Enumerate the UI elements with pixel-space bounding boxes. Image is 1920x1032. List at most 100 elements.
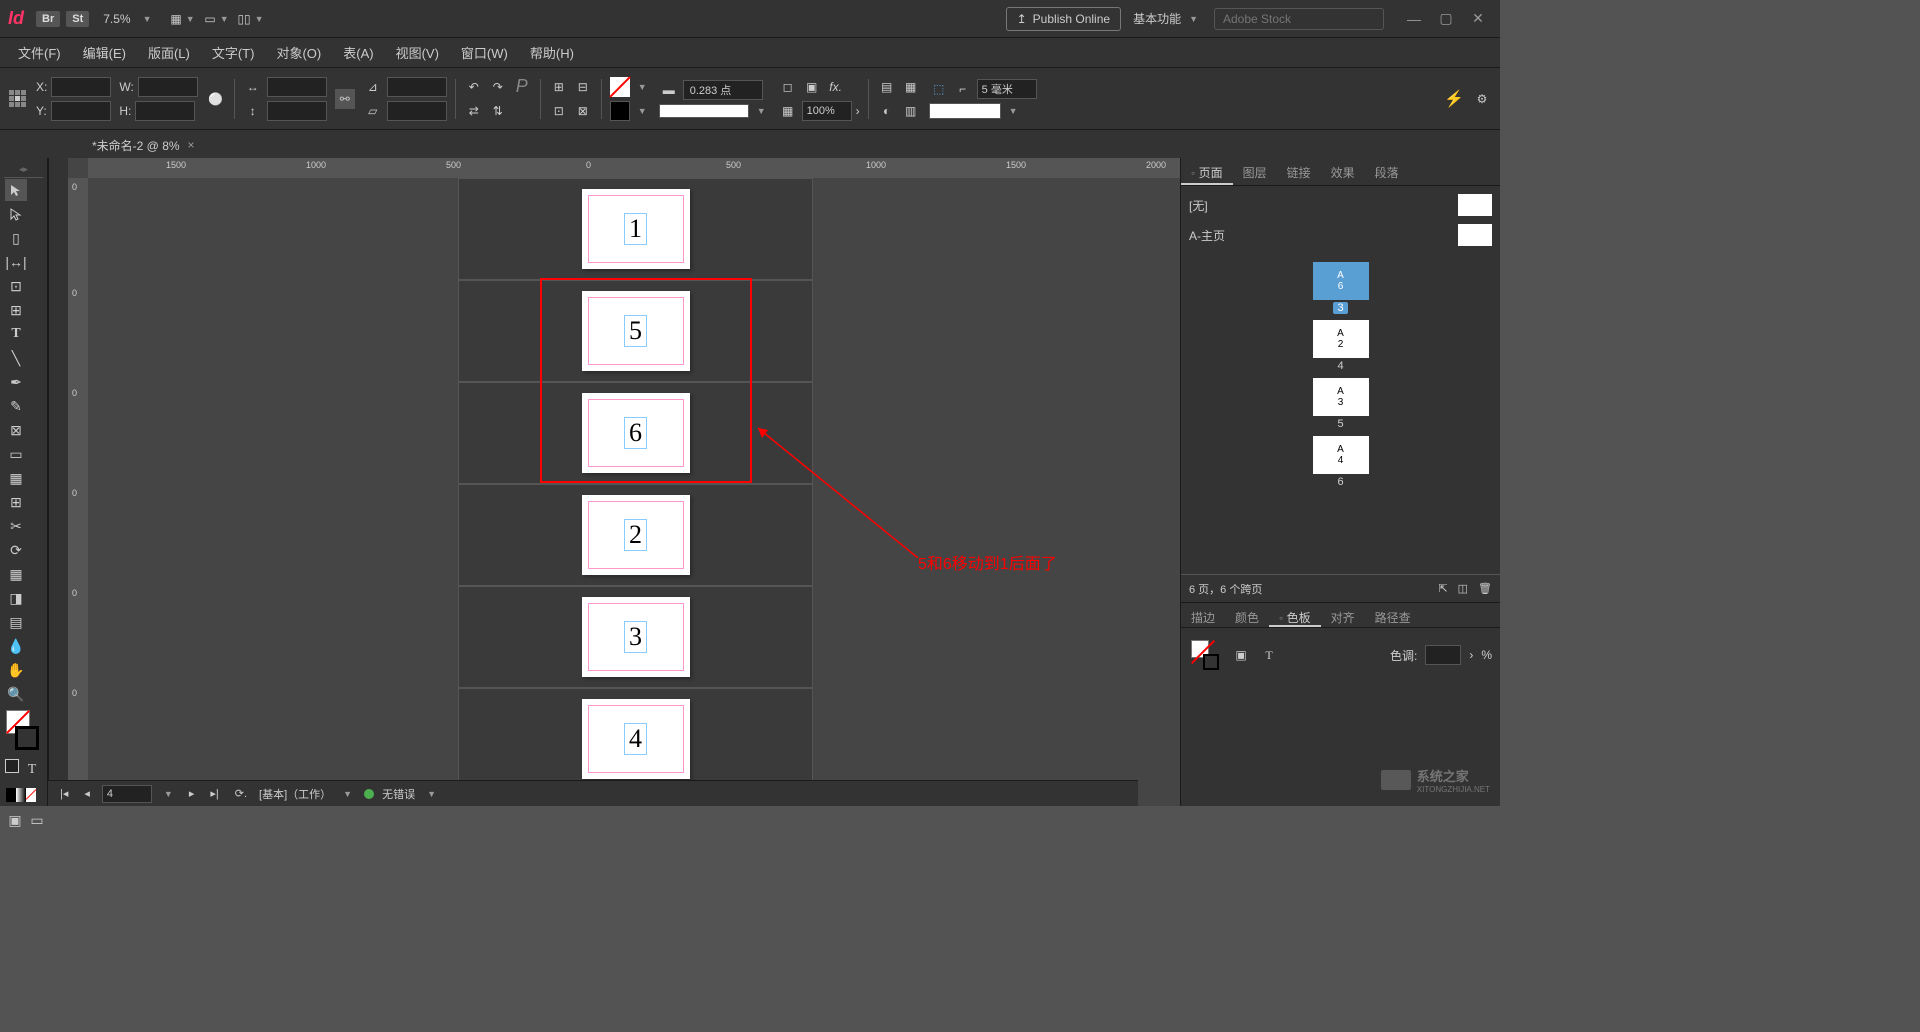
zoom-tool[interactable]: 🔍 — [5, 683, 27, 705]
stroke-weight-input[interactable] — [683, 80, 763, 100]
rotate-input[interactable] — [387, 77, 447, 97]
minimize-button[interactable]: — — [1400, 9, 1428, 29]
x-input[interactable] — [51, 77, 111, 97]
menu-window[interactable]: 窗口(W) — [451, 39, 518, 66]
view-options-icon[interactable]: ▦▼ — [176, 10, 194, 28]
free-transform-tool[interactable]: ⟳ — [5, 539, 27, 561]
menu-file[interactable]: 文件(F) — [8, 39, 71, 66]
tint-input[interactable] — [1425, 645, 1461, 665]
page-number-input[interactable] — [102, 785, 152, 803]
corner-size-input[interactable] — [977, 79, 1037, 99]
fx-label-icon[interactable]: fx. — [826, 77, 846, 97]
menu-type[interactable]: 文字(T) — [202, 39, 265, 66]
content-placer-tool[interactable]: ⊞ — [5, 299, 27, 321]
delete-page-icon[interactable]: 🗑 — [1478, 582, 1492, 595]
type-tool[interactable]: T — [5, 323, 27, 345]
rectangle-tool[interactable]: ▭ — [5, 443, 27, 465]
rectangle-frame-tool[interactable]: ⊠ — [5, 419, 27, 441]
tab-links[interactable]: 链接 — [1277, 158, 1321, 185]
settings-gear-icon[interactable]: ⚙ — [1472, 89, 1492, 109]
bridge-badge[interactable]: Br — [36, 11, 60, 27]
stock-search-input[interactable] — [1214, 8, 1384, 30]
stroke-swatch-icon[interactable] — [610, 101, 630, 121]
chevron-down-icon[interactable]: ▼ — [638, 106, 647, 116]
menu-table[interactable]: 表(A) — [333, 39, 383, 66]
hand-tool[interactable]: ✋ — [5, 659, 27, 681]
collapse-strip[interactable] — [48, 158, 68, 806]
fill-swatch-icon[interactable] — [610, 77, 630, 97]
page-thumb-4[interactable]: A2 4 — [1189, 320, 1492, 372]
rotate-ccw-icon[interactable]: ↶ — [464, 77, 484, 97]
corner-shape-icon[interactable]: ⌐ — [953, 79, 973, 99]
scale-y-input[interactable] — [267, 101, 327, 121]
corners-icon[interactable]: ⬚ — [929, 79, 949, 99]
fx-a-icon[interactable]: ◻ — [778, 77, 798, 97]
pencil-tool[interactable]: ✎ — [5, 395, 27, 417]
wrap-a-icon[interactable]: ▤ — [877, 77, 897, 97]
link-icon[interactable]: ⚯ — [335, 89, 355, 109]
content-collector-tool[interactable]: ⊡ — [5, 275, 27, 297]
preset-label[interactable]: [基本]（工作） — [259, 786, 331, 802]
scale-x-input[interactable] — [267, 77, 327, 97]
stock-badge[interactable]: St — [66, 11, 89, 27]
tab-pages[interactable]: 页面 — [1181, 158, 1233, 185]
spread-1[interactable]: 1 — [458, 178, 813, 280]
close-tab-icon[interactable]: × — [188, 138, 195, 152]
tab-layers[interactable]: 图层 — [1233, 158, 1277, 185]
page-thumb-3[interactable]: A6 3 — [1189, 262, 1492, 314]
constrain-proportions-icon[interactable]: ⚪ — [206, 89, 226, 109]
formatting-type-icon[interactable]: T — [1259, 645, 1279, 665]
y-input[interactable] — [51, 101, 111, 121]
note-tool[interactable]: ▤ — [5, 611, 27, 633]
menu-help[interactable]: 帮助(H) — [520, 39, 584, 66]
direct-selection-tool[interactable] — [5, 203, 27, 225]
new-page-icon[interactable]: ◫ — [1458, 582, 1468, 595]
tab-effects[interactable]: 效果 — [1321, 158, 1365, 185]
next-page-icon[interactable]: ▸ — [185, 787, 199, 800]
spread-4[interactable]: 4 — [458, 688, 813, 790]
eyedropper-tool[interactable]: 💧 — [5, 635, 27, 657]
swatch-fill-stroke[interactable] — [1191, 640, 1221, 670]
line-tool[interactable]: ╲ — [5, 347, 27, 369]
tab-color[interactable]: 颜色 — [1225, 603, 1269, 627]
fill-stroke-swatches[interactable] — [6, 710, 41, 750]
gpu-icon[interactable]: ⚡ — [1444, 89, 1464, 109]
menu-edit[interactable]: 编辑(E) — [73, 39, 136, 66]
tab-paragraph[interactable]: 段落 — [1365, 158, 1409, 185]
shear-input[interactable] — [387, 101, 447, 121]
group-a-icon[interactable]: ⊞ — [549, 77, 569, 97]
opacity-input[interactable] — [802, 101, 852, 121]
canvas[interactable]: 1500 1000 500 0 500 1000 1500 2000 0 0 0… — [68, 158, 1180, 806]
rotate-cw-icon[interactable]: ↷ — [488, 77, 508, 97]
wrap-b-icon[interactable]: ▦ — [901, 77, 921, 97]
gap-tool[interactable]: |↔| — [5, 251, 27, 273]
tab-align[interactable]: 对齐 — [1321, 603, 1365, 627]
chevron-down-icon[interactable]: ▼ — [143, 14, 152, 24]
group-c-icon[interactable]: ⊡ — [549, 101, 569, 121]
h-input[interactable] — [135, 101, 195, 121]
reference-point-icon[interactable] — [8, 89, 28, 109]
master-a[interactable]: A-主页 — [1189, 220, 1492, 250]
menu-object[interactable]: 对象(O) — [266, 39, 331, 66]
p-icon[interactable]: P — [512, 77, 532, 97]
spread-3[interactable]: 3 — [458, 586, 813, 688]
flip-h-icon[interactable]: ⇄ — [464, 101, 484, 121]
publish-online-button[interactable]: ↥ Publish Online — [1006, 7, 1121, 31]
close-button[interactable]: ✕ — [1464, 9, 1492, 29]
contrast-icon[interactable]: ◐ — [877, 101, 897, 121]
menu-layout[interactable]: 版面(L) — [138, 39, 200, 66]
selection-tool[interactable] — [5, 179, 27, 201]
group-d-icon[interactable]: ⊠ — [573, 101, 593, 121]
gradient-swatch-tool[interactable]: ▦ — [5, 563, 27, 585]
table-tool[interactable]: ▦ — [5, 467, 27, 489]
apply-type-icon[interactable]: T — [21, 759, 43, 781]
gradient-bar[interactable] — [929, 103, 1001, 119]
workspace-switcher[interactable]: 基本功能 ▼ — [1133, 10, 1202, 27]
maximize-button[interactable]: ▢ — [1432, 9, 1460, 29]
gradient-feather-tool[interactable]: ◨ — [5, 587, 27, 609]
w-input[interactable] — [138, 77, 198, 97]
page-thumb-5[interactable]: A3 5 — [1189, 378, 1492, 430]
toolbox-grip[interactable]: ◂▸ — [4, 162, 43, 178]
first-page-icon[interactable]: |◂ — [56, 787, 72, 800]
tab-pathfinder[interactable]: 路径查 — [1365, 603, 1421, 627]
